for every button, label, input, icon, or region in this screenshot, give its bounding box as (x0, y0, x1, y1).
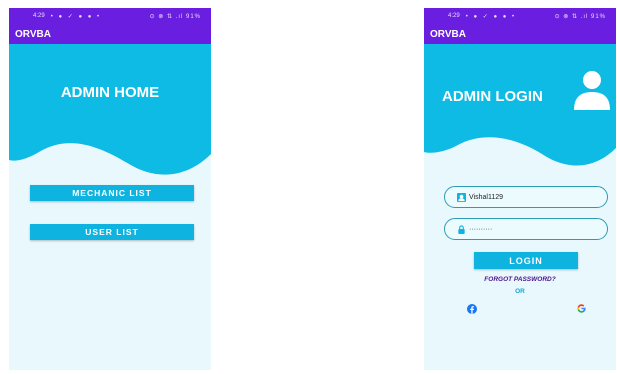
user-avatar-icon (574, 71, 610, 110)
status-system-icons: ⊙ ⊗ ⇅ .ıl 91% (149, 13, 201, 20)
person-icon (457, 192, 466, 202)
username-input[interactable]: Vishal1129 (444, 186, 608, 208)
app-bar: ORVBA (424, 24, 616, 44)
page-title: ADMIN HOME (60, 84, 160, 101)
hero-wave-background (9, 44, 211, 175)
app-bar: ORVBA (9, 24, 211, 44)
status-notification-icons: • ● ✓ ● ● • (50, 13, 102, 20)
lock-icon (458, 224, 465, 234)
facebook-icon[interactable] (467, 304, 477, 314)
or-divider-label: OR (515, 288, 525, 295)
forgot-password-link[interactable]: FORGOT PASSWORD? (424, 276, 616, 283)
mechanic-list-button[interactable]: MECHANIC LIST (30, 185, 194, 201)
status-time: 4:29 (33, 13, 45, 19)
google-icon[interactable] (577, 304, 586, 313)
status-notification-icons: • ● ✓ ● ● • (465, 13, 517, 20)
status-time: 4:29 (448, 13, 460, 19)
status-system-icons: ⊙ ⊗ ⇅ .ıl 91% (554, 13, 606, 20)
password-input[interactable]: ·········· (444, 218, 608, 240)
admin-home-screen: 4:29 • ● ✓ ● ● • ⊙ ⊗ ⇅ .ıl 91% ORVBA ADM… (9, 8, 211, 370)
admin-login-screen: 4:29 • ● ✓ ● ● • ⊙ ⊗ ⇅ .ıl 91% ORVBA ADM… (424, 8, 616, 370)
app-title: ORVBA (430, 28, 466, 40)
status-bar: 4:29 • ● ✓ ● ● • ⊙ ⊗ ⇅ .ıl 91% (9, 8, 211, 24)
login-button[interactable]: LOGIN (474, 252, 578, 269)
app-title: ORVBA (15, 28, 51, 40)
user-list-button[interactable]: USER LIST (30, 224, 194, 240)
password-value: ·········· (469, 225, 493, 233)
status-bar: 4:29 • ● ✓ ● ● • ⊙ ⊗ ⇅ .ıl 91% (424, 8, 616, 24)
username-value: Vishal1129 (469, 193, 503, 201)
